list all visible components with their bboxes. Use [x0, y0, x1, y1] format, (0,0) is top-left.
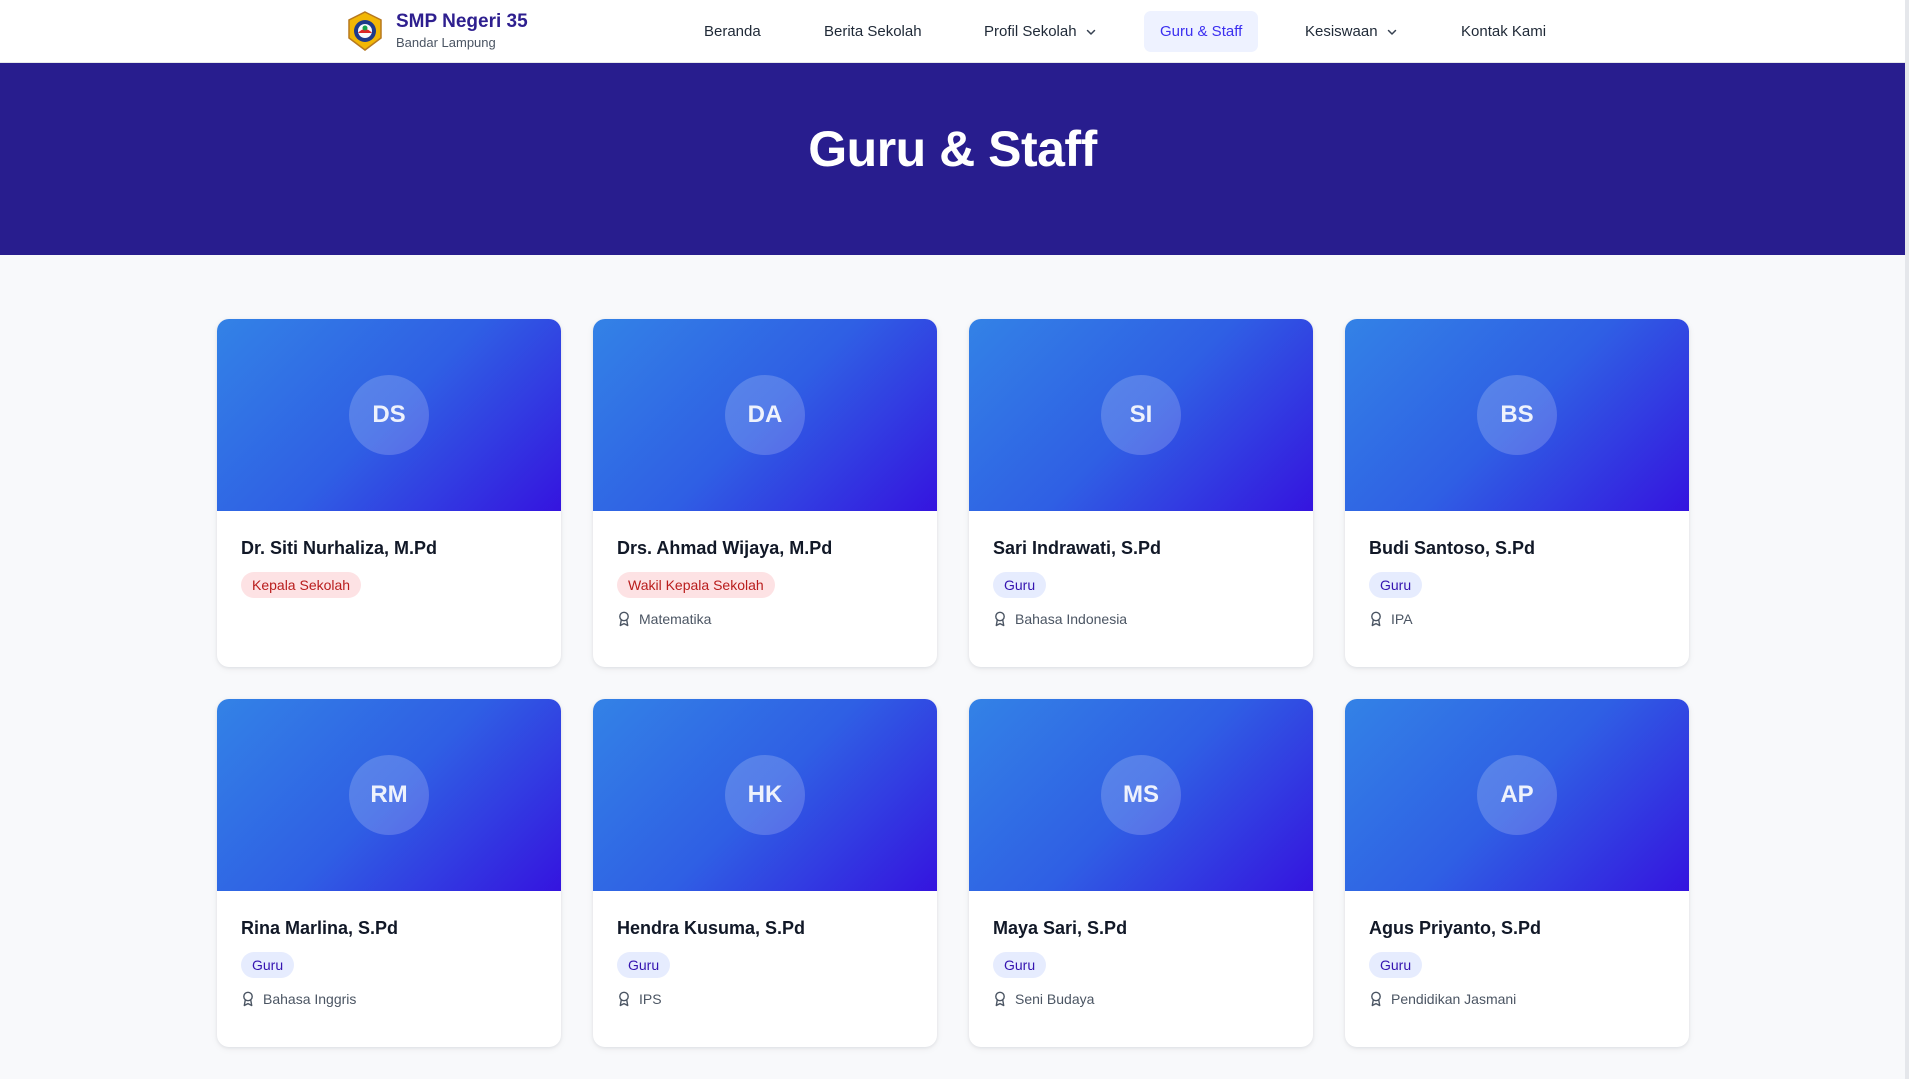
staff-card[interactable]: DA Drs. Ahmad Wijaya, M.Pd Wakil Kepala … — [593, 319, 937, 667]
subject-text: Bahasa Indonesia — [1015, 611, 1128, 627]
subject-text: IPA — [1391, 611, 1413, 627]
brand-home-link[interactable]: SMP Negeri 35 Bandar Lampung — [345, 11, 528, 51]
award-icon — [619, 991, 629, 1007]
role-badge: Guru — [1369, 572, 1423, 598]
avatar: DA — [725, 375, 805, 455]
staff-card[interactable]: SI Sari Indrawati, S.Pd Guru Bahasa Indo… — [969, 319, 1313, 667]
staff-name: Budi Santoso, S.Pd — [1369, 538, 1536, 558]
chevron-down-icon — [1086, 29, 1095, 35]
avatar: HK — [725, 755, 805, 835]
nav-kontak-kami[interactable]: Kontak Kami — [1461, 11, 1546, 52]
nav-berita-sekolah[interactable]: Berita Sekolah — [824, 11, 922, 52]
role-badge: Guru — [617, 952, 671, 978]
subject-line: Pendidikan Jasmani — [1369, 990, 1665, 1008]
staff-name: Maya Sari, S.Pd — [993, 918, 1128, 938]
chevron-down-icon — [1387, 29, 1396, 35]
avatar: SI — [1101, 375, 1181, 455]
staff-name: Agus Priyanto, S.Pd — [1369, 918, 1542, 938]
role-badge: Guru — [1369, 952, 1423, 978]
avatar: DS — [349, 375, 429, 455]
staff-name: Drs. Ahmad Wijaya, M.Pd — [617, 538, 833, 558]
award-icon — [995, 991, 1005, 1007]
subject-line: Bahasa Indonesia — [993, 610, 1289, 628]
award-icon — [243, 991, 253, 1007]
avatar: MS — [1101, 755, 1181, 835]
school-logo-icon — [348, 11, 382, 51]
staff-card[interactable]: BS Budi Santoso, S.Pd Guru IPA — [1345, 319, 1689, 667]
staff-card[interactable]: MS Maya Sari, S.Pd Guru Seni Budaya — [969, 699, 1313, 1047]
brand-title: SMP Negeri 35 — [396, 11, 528, 32]
role-badge: Wakil Kepala Sekolah — [617, 572, 775, 598]
subject-line: IPA — [1369, 610, 1665, 628]
staff-card[interactable]: HK Hendra Kusuma, S.Pd Guru IPS — [593, 699, 937, 1047]
hero-banner: Guru & Staff — [0, 63, 1905, 255]
staff-card[interactable]: RM Rina Marlina, S.Pd Guru Bahasa Inggri… — [217, 699, 561, 1047]
role-badge: Guru — [241, 952, 295, 978]
subject-line: Matematika — [617, 610, 913, 628]
avatar: AP — [1477, 755, 1557, 835]
avatar: BS — [1477, 375, 1557, 455]
nav-guru-staff[interactable]: Guru & Staff — [1144, 11, 1259, 52]
subject-line: IPS — [617, 990, 913, 1008]
avatar: RM — [349, 755, 429, 835]
award-icon — [619, 611, 629, 627]
role-badge: Guru — [993, 952, 1047, 978]
page: SMP Negeri 35 Bandar Lampung Beranda Ber… — [0, 0, 1909, 1079]
brand-subtitle: Bandar Lampung — [396, 35, 496, 50]
subject-text: Matematika — [639, 611, 712, 627]
subject-line: Bahasa Inggris — [241, 990, 537, 1008]
scrollbar[interactable] — [1905, 0, 1909, 1079]
navbar: SMP Negeri 35 Bandar Lampung Beranda Ber… — [0, 0, 1905, 63]
nav-kesiswaan[interactable]: Kesiswaan — [1305, 11, 1398, 52]
award-icon — [1371, 611, 1381, 627]
subject-text: Bahasa Inggris — [263, 991, 357, 1007]
staff-name: Rina Marlina, S.Pd — [241, 918, 399, 938]
role-badge: Guru — [993, 572, 1047, 598]
staff-name: Sari Indrawati, S.Pd — [993, 538, 1162, 558]
staff-name: Hendra Kusuma, S.Pd — [617, 918, 806, 938]
nav-profil-sekolah[interactable]: Profil Sekolah — [984, 11, 1097, 52]
subject-text: Pendidikan Jasmani — [1391, 991, 1517, 1007]
nav-beranda[interactable]: Beranda — [704, 11, 761, 52]
award-icon — [1371, 991, 1381, 1007]
staff-name: Dr. Siti Nurhaliza, M.Pd — [241, 538, 438, 558]
staff-card[interactable]: AP Agus Priyanto, S.Pd Guru Pendidikan J… — [1345, 699, 1689, 1047]
award-icon — [995, 611, 1005, 627]
page-title: Guru & Staff — [808, 121, 1097, 177]
subject-text: Seni Budaya — [1015, 991, 1095, 1007]
staff-card[interactable]: DS Dr. Siti Nurhaliza, M.Pd Kepala Sekol… — [217, 319, 561, 667]
subject-text: IPS — [639, 991, 662, 1007]
subject-line: Seni Budaya — [993, 990, 1289, 1008]
role-badge: Kepala Sekolah — [241, 572, 362, 598]
